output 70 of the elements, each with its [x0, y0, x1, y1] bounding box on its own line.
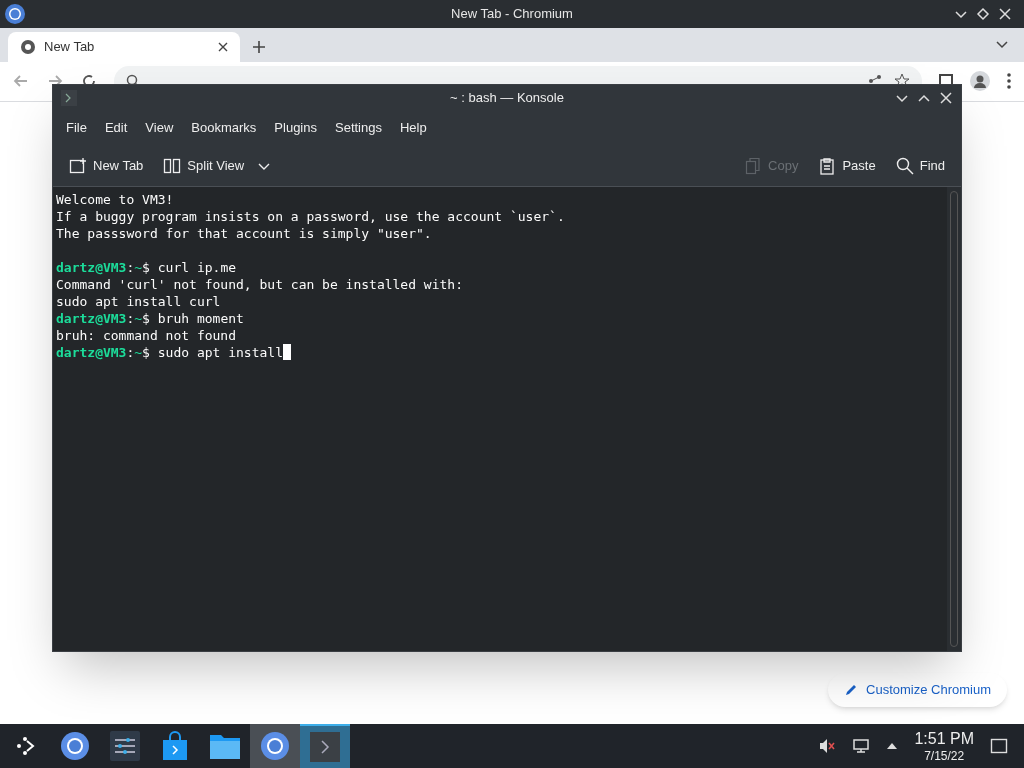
new-tab-icon[interactable] — [252, 40, 266, 54]
reload-icon[interactable] — [80, 72, 98, 84]
find-button[interactable]: Find — [887, 150, 953, 181]
split-view-icon — [163, 156, 182, 175]
sliders-icon — [110, 731, 140, 761]
clock[interactable]: 1:51 PM 7/15/22 — [914, 728, 974, 764]
profile-icon[interactable] — [970, 71, 990, 91]
taskbar-app[interactable] — [250, 724, 300, 768]
output-line: Welcome to VM3! — [56, 192, 174, 207]
shopping-bag-icon — [162, 731, 188, 761]
clipboard-icon — [818, 156, 837, 175]
chromium-icon — [260, 731, 290, 761]
menu-item[interactable]: Help — [390, 118, 436, 138]
share-icon[interactable] — [868, 74, 882, 84]
menu-item[interactable]: Settings — [326, 118, 391, 138]
konsole-icon — [310, 732, 340, 762]
command-text: $ sudo apt install — [142, 345, 283, 360]
output-line: sudo apt install curl — [56, 294, 221, 309]
show-desktop-icon[interactable] — [990, 737, 1008, 755]
prompt-user: dartz@VM3 — [56, 260, 127, 275]
window-title: ~ : bash — Konsole — [450, 89, 564, 108]
tab-search-icon[interactable] — [996, 38, 1008, 50]
close-icon[interactable] — [939, 91, 953, 105]
clock-date: 7/15/22 — [924, 748, 965, 764]
output-line: Command 'curl' not found, but can be installed with: — [56, 277, 463, 292]
network-icon[interactable] — [852, 737, 871, 755]
pencil-icon — [844, 683, 858, 697]
menu-icon[interactable] — [1006, 72, 1012, 90]
customize-button[interactable]: Customize Chromium — [828, 673, 1007, 707]
scrollbar[interactable] — [947, 187, 961, 651]
new-tab-icon — [69, 156, 87, 175]
prompt-user: dartz@VM3 — [56, 311, 127, 326]
prompt-separator: : — [126, 345, 135, 360]
command-text: $ bruh moment — [142, 311, 244, 326]
window-title: New Tab - Chromium — [451, 5, 573, 24]
clock-time: 1:51 PM — [914, 728, 974, 749]
split-button[interactable]: Split View — [155, 150, 279, 181]
menu-item[interactable]: Plugins — [265, 118, 326, 138]
prompt-user: dartz@VM3 — [56, 345, 127, 360]
prompt-path: ~ — [134, 311, 143, 326]
menu-item[interactable]: Edit — [95, 118, 137, 138]
copy-icon — [744, 156, 763, 175]
folder-icon — [209, 732, 241, 760]
close-tab-icon[interactable] — [218, 42, 228, 52]
output-line: The passsword for that account is simply "user". — [56, 226, 432, 241]
paste-button[interactable]: Paste — [810, 150, 884, 181]
chrome-icon — [20, 39, 36, 55]
close-icon[interactable] — [998, 7, 1012, 21]
side-panel-icon[interactable] — [938, 73, 954, 84]
browser-tab[interactable]: New Tab — [8, 32, 240, 62]
search-icon — [126, 74, 140, 84]
prompt-path: ~ — [134, 345, 143, 360]
chromium-icon — [4, 3, 26, 25]
newtab-button[interactable]: New Tab — [61, 150, 152, 181]
muted-speaker-icon[interactable] — [818, 737, 837, 755]
maximize-icon[interactable] — [976, 7, 990, 21]
prompt-path: ~ — [134, 260, 143, 275]
expand-tray-icon[interactable] — [886, 741, 899, 751]
menu-item[interactable]: File — [57, 118, 96, 138]
chromium-icon — [60, 731, 90, 761]
command-text: $ curl ip.me — [142, 260, 237, 275]
prompt-separator: : — [126, 260, 135, 275]
menu-item[interactable]: Bookmarks — [182, 118, 266, 138]
output-line: If a buggy program insists on a password, use the account `user`. — [56, 209, 565, 224]
search-icon — [895, 156, 914, 175]
star-icon[interactable] — [894, 73, 910, 84]
prompt-separator: : — [126, 311, 135, 326]
output-line: bruh: command not found — [56, 328, 236, 343]
konsole-icon — [61, 90, 77, 106]
menu-item[interactable]: View — [136, 118, 183, 138]
